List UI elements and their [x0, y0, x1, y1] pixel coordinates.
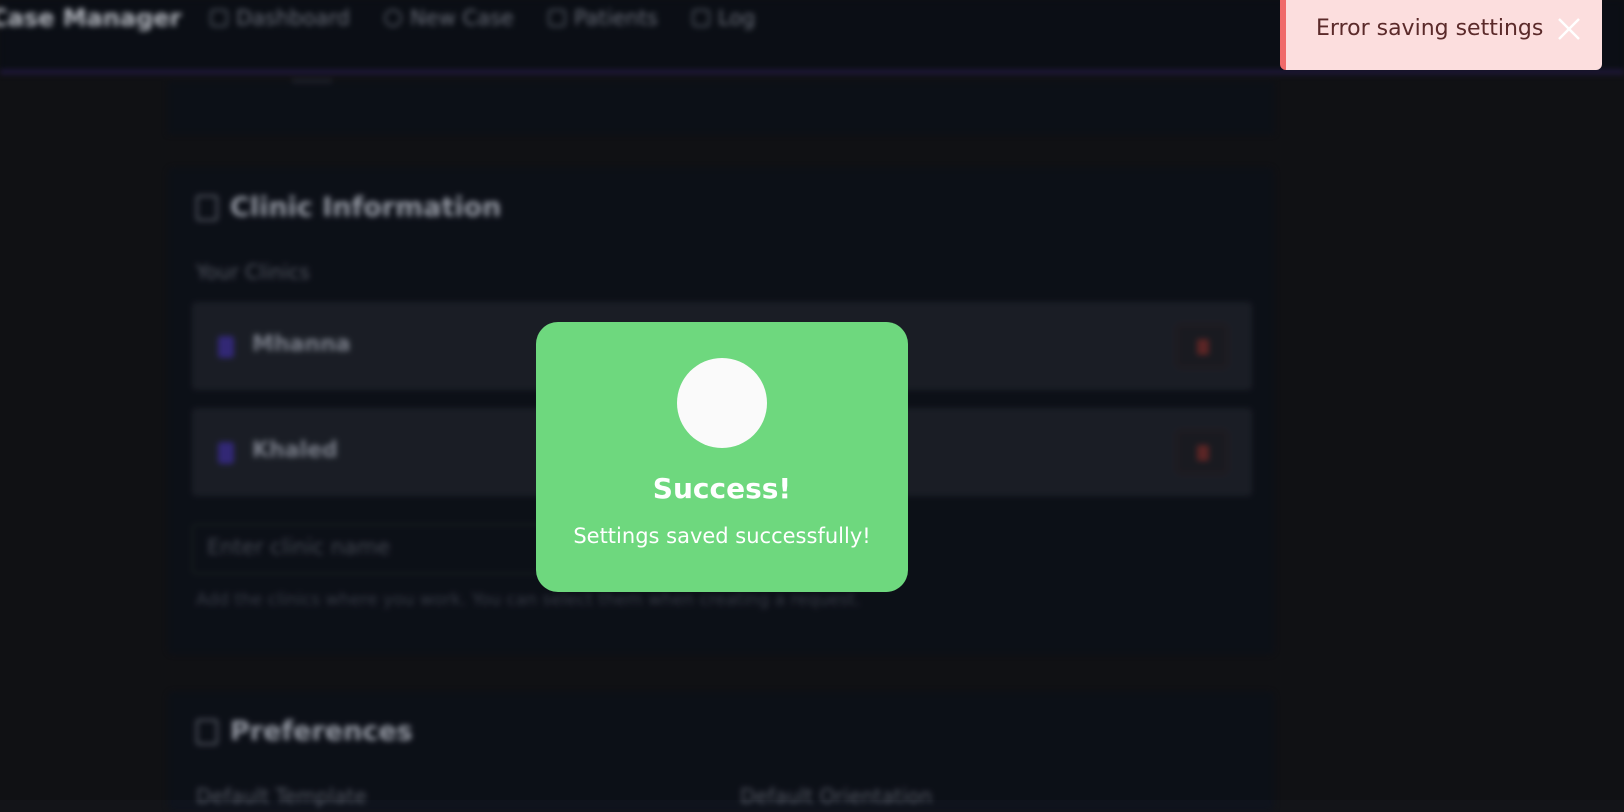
- toast-close-button[interactable]: [1554, 14, 1584, 44]
- close-icon: [1558, 18, 1580, 40]
- toast-message: Error saving settings: [1316, 16, 1544, 41]
- success-icon: [677, 358, 767, 448]
- error-toast: Error saving settings: [1280, 0, 1602, 70]
- success-modal: Success! Settings saved successfully!: [536, 322, 908, 592]
- success-message: Settings saved successfully!: [573, 524, 871, 548]
- success-title: Success!: [652, 472, 792, 505]
